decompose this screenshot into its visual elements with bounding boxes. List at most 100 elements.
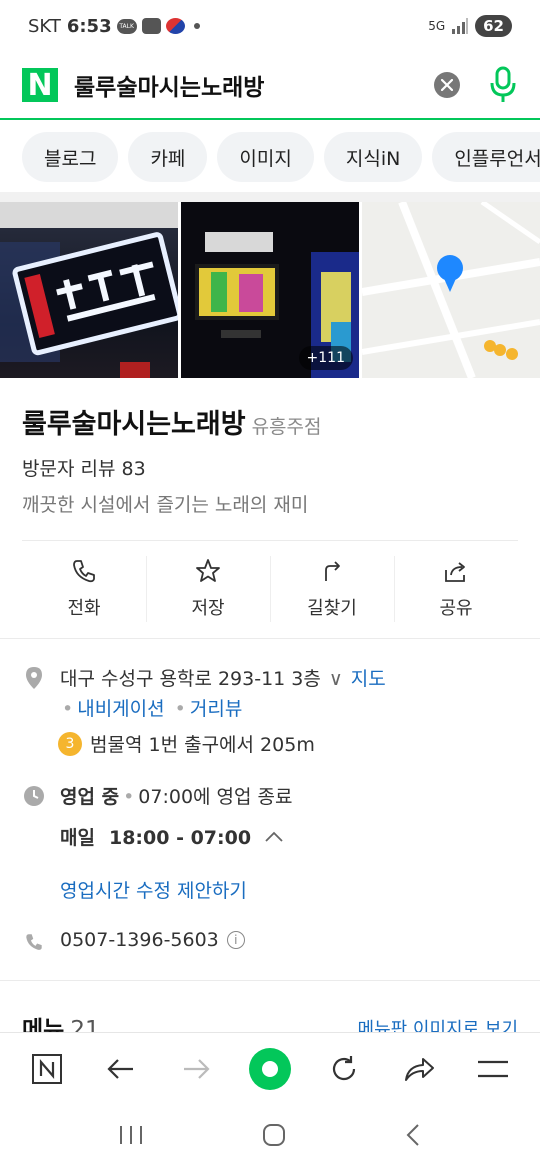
bullet: • [62, 698, 74, 720]
divider [0, 980, 540, 981]
clear-search-button[interactable] [434, 72, 460, 98]
browser-toolbar [0, 1032, 540, 1104]
refresh-button[interactable] [320, 1045, 368, 1093]
forward-button[interactable] [172, 1045, 220, 1093]
chevron-down-icon[interactable]: ∨ [329, 668, 343, 690]
more-notifications-dot [193, 23, 200, 29]
app-notification-icon [141, 18, 161, 34]
green-home-button[interactable] [246, 1045, 294, 1093]
place-tagline: 깨끗한 시설에서 즐기는 노래의 재미 [22, 494, 309, 516]
tab-influencer[interactable]: 인플루언서 [432, 132, 540, 182]
tab-blog[interactable]: 블로그 [22, 132, 119, 182]
map-link[interactable]: 지도 [351, 668, 386, 690]
photo-karaoke-room[interactable]: +111 [181, 202, 359, 378]
naver-logo[interactable]: N [22, 68, 58, 103]
business-status: 영업 중 • 07:00에 영업 종료 [60, 782, 293, 809]
refresh-icon [333, 1055, 356, 1080]
action-row: 전화 저장 길찾기 공유 [22, 552, 518, 626]
directions-button[interactable]: 길찾기 [270, 552, 394, 626]
divider [22, 540, 518, 541]
nearby-station: 3 범물역 1번 출구에서 205m [58, 730, 315, 757]
info-icon[interactable]: i [226, 931, 245, 949]
share-arrow-icon [404, 1057, 434, 1081]
arrow-right-icon [183, 1058, 210, 1079]
photo-strip: +111 [0, 202, 540, 378]
hamburger-icon [477, 1060, 508, 1077]
save-button[interactable]: 저장 [146, 552, 270, 626]
carrier-label: SKT [28, 15, 61, 37]
open-status: 영업 중 [60, 786, 120, 808]
daily-hours: 18:00 - 07:00 [108, 827, 252, 849]
system-nav-bar [0, 1104, 540, 1170]
phone-row[interactable]: 0507-1396-5603 i [60, 929, 245, 951]
share-icon [445, 562, 465, 582]
save-label: 저장 [191, 598, 225, 619]
photo-signboard[interactable] [0, 202, 178, 378]
chevron-up-icon[interactable] [264, 830, 284, 844]
visitor-review-count[interactable]: 방문자 리뷰 83 [22, 454, 146, 481]
place-category: 유흥주점 [251, 416, 322, 438]
map-thumbnail[interactable] [362, 202, 540, 378]
tab-images[interactable]: 이미지 [217, 132, 314, 182]
directions-label: 길찾기 [307, 598, 357, 619]
status-bar: SKT 6:53 TALK 5G 62 [0, 0, 540, 52]
clock: 6:53 [66, 15, 112, 37]
home-icon [262, 1124, 285, 1146]
bullet: • [123, 786, 135, 808]
recent-apps-button[interactable] [118, 1124, 144, 1150]
streetview-link[interactable]: 거리뷰 [190, 698, 242, 720]
recent-apps-icon [120, 1126, 143, 1144]
kakaotalk-icon: TALK [116, 18, 137, 34]
search-category-tabs: 블로그 카페 이미지 지식iN 인플루언서 [0, 122, 540, 192]
share-label: 공유 [439, 598, 473, 619]
directions-arrow-icon [325, 561, 340, 581]
system-back-button[interactable] [404, 1122, 422, 1152]
bullet: • [174, 698, 186, 720]
green-dot-icon [248, 1047, 291, 1090]
navigation-link[interactable]: 내비게이션 [77, 698, 164, 720]
home-button[interactable] [261, 1122, 287, 1152]
phone-number[interactable]: 0507-1396-5603 [60, 929, 219, 951]
map-illustration [362, 202, 540, 378]
tab-knowledge-in[interactable]: 지식iN [323, 132, 423, 182]
divider [0, 638, 540, 639]
daily-hours-row[interactable]: 매일 18:00 - 07:00 [60, 823, 284, 850]
clock-icon [22, 784, 46, 808]
phone-icon [73, 560, 95, 583]
section-separator [0, 192, 540, 202]
naver-n-icon [32, 1053, 63, 1084]
signal-icon [452, 18, 469, 34]
location-pin-icon [22, 666, 46, 690]
call-button[interactable]: 전화 [22, 552, 146, 626]
voice-search-button[interactable] [488, 65, 518, 105]
share-page-button[interactable] [395, 1045, 443, 1093]
app-badge-icon [165, 18, 185, 34]
share-button[interactable]: 공유 [394, 552, 518, 626]
place-name: 룰루술마시는노래방 [22, 409, 246, 440]
tab-cafe[interactable]: 카페 [128, 132, 208, 182]
address-sublinks: • 내비게이션 • 거리뷰 [58, 694, 242, 721]
place-title: 룰루술마시는노래방 유흥주점 [22, 402, 321, 441]
search-bar: N 룰루술마시는노래방 [0, 52, 540, 120]
microphone-icon [490, 66, 516, 102]
status-right: 5G 62 [428, 15, 512, 37]
arrow-left-icon [107, 1058, 134, 1079]
phone-icon [22, 930, 46, 954]
close-icon [441, 79, 453, 91]
address-text: 대구 수성구 용학로 293-11 3층 [60, 668, 321, 690]
battery-indicator: 62 [475, 15, 512, 37]
daily-label: 매일 [60, 827, 95, 849]
signboard-illustration [0, 202, 178, 378]
closing-time: 07:00에 영업 종료 [138, 786, 293, 808]
menu-button[interactable] [469, 1045, 517, 1093]
back-button[interactable] [97, 1045, 145, 1093]
more-photos-badge[interactable]: +111 [298, 346, 353, 370]
subway-line-badge: 3 [58, 731, 82, 756]
back-chevron-icon [406, 1124, 419, 1146]
naver-home-button[interactable] [23, 1045, 71, 1093]
address-row: 대구 수성구 용학로 293-11 3층 ∨ 지도 [60, 664, 386, 691]
network-icon: 5G [428, 19, 446, 33]
suggest-hours-edit-link[interactable]: 영업시간 수정 제안하기 [60, 876, 247, 903]
search-input[interactable]: 룰루술마시는노래방 [74, 68, 264, 102]
station-distance-text: 범물역 1번 출구에서 205m [90, 734, 315, 756]
